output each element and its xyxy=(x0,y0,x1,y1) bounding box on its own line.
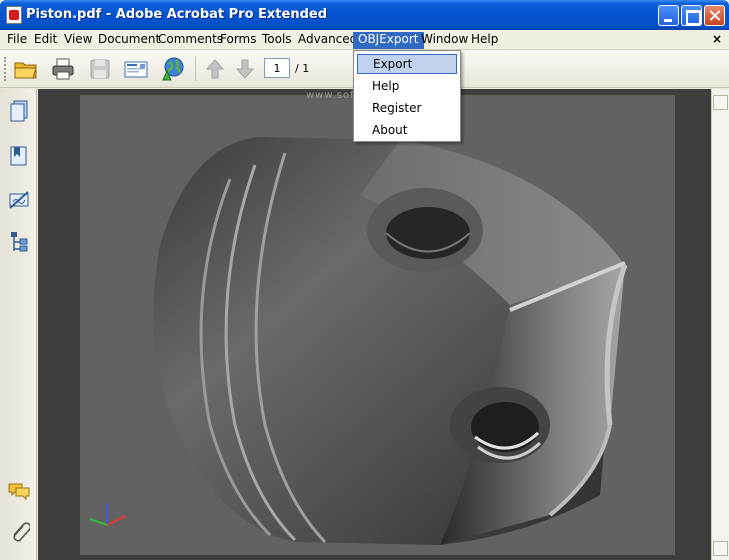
dropdown-item-register[interactable]: Register xyxy=(357,98,457,118)
objexport-dropdown-menu: Export Help Register About xyxy=(353,50,461,142)
title-bar: Piston.pdf - Adobe Acrobat Pro Extended xyxy=(0,0,729,30)
open-folder-icon[interactable] xyxy=(13,56,39,82)
toolbar-grip[interactable] xyxy=(4,57,7,81)
scroll-up-button[interactable] xyxy=(713,95,728,110)
print-icon[interactable] xyxy=(50,56,76,82)
close-button[interactable] xyxy=(704,5,725,26)
menu-file[interactable]: File xyxy=(2,32,32,49)
menu-edit[interactable]: Edit xyxy=(29,32,62,49)
pdf-file-icon xyxy=(6,6,22,24)
3d-piston-model[interactable] xyxy=(80,95,675,555)
dropdown-item-help[interactable]: Help xyxy=(357,76,457,96)
menu-tools[interactable]: Tools xyxy=(257,32,297,49)
pdf-page[interactable] xyxy=(80,95,675,555)
next-page-icon[interactable] xyxy=(232,56,258,82)
model-tree-icon[interactable] xyxy=(8,230,30,254)
menu-forms[interactable]: Forms xyxy=(215,32,261,49)
menu-window[interactable]: Window xyxy=(416,32,473,49)
page-number-input[interactable] xyxy=(264,58,290,78)
menu-objexport[interactable]: OBJExport xyxy=(353,32,424,49)
dropdown-item-about[interactable]: About xyxy=(357,120,457,140)
previous-page-icon[interactable] xyxy=(202,56,228,82)
axis-triad xyxy=(89,503,127,526)
dropdown-item-export[interactable]: Export xyxy=(357,54,457,74)
maximize-button[interactable] xyxy=(681,5,702,26)
bookmarks-icon[interactable] xyxy=(8,144,30,168)
menu-bar: File Edit View Document Comments Forms T… xyxy=(0,30,729,50)
web-globe-icon[interactable] xyxy=(159,56,185,82)
pages-icon[interactable] xyxy=(8,99,30,123)
comments-icon[interactable] xyxy=(8,479,30,503)
menu-view[interactable]: View xyxy=(59,32,97,49)
vertical-scrollbar[interactable] xyxy=(711,89,729,560)
document-area[interactable] xyxy=(38,89,711,560)
page-total: / 1 xyxy=(295,62,310,75)
menu-help[interactable]: Help xyxy=(466,32,503,49)
email-icon[interactable] xyxy=(123,56,149,82)
menu-advanced[interactable]: Advanced xyxy=(293,32,362,49)
signatures-icon[interactable] xyxy=(8,188,30,212)
toolbar-separator xyxy=(195,57,196,81)
navigation-sidebar xyxy=(0,89,37,560)
scroll-down-button[interactable] xyxy=(713,541,728,556)
window-title: Piston.pdf - Adobe Acrobat Pro Extended xyxy=(26,7,328,22)
attachments-icon[interactable] xyxy=(8,521,30,545)
minimize-button[interactable] xyxy=(658,5,679,26)
save-icon[interactable] xyxy=(87,56,113,82)
close-document-button[interactable]: × xyxy=(712,32,722,46)
